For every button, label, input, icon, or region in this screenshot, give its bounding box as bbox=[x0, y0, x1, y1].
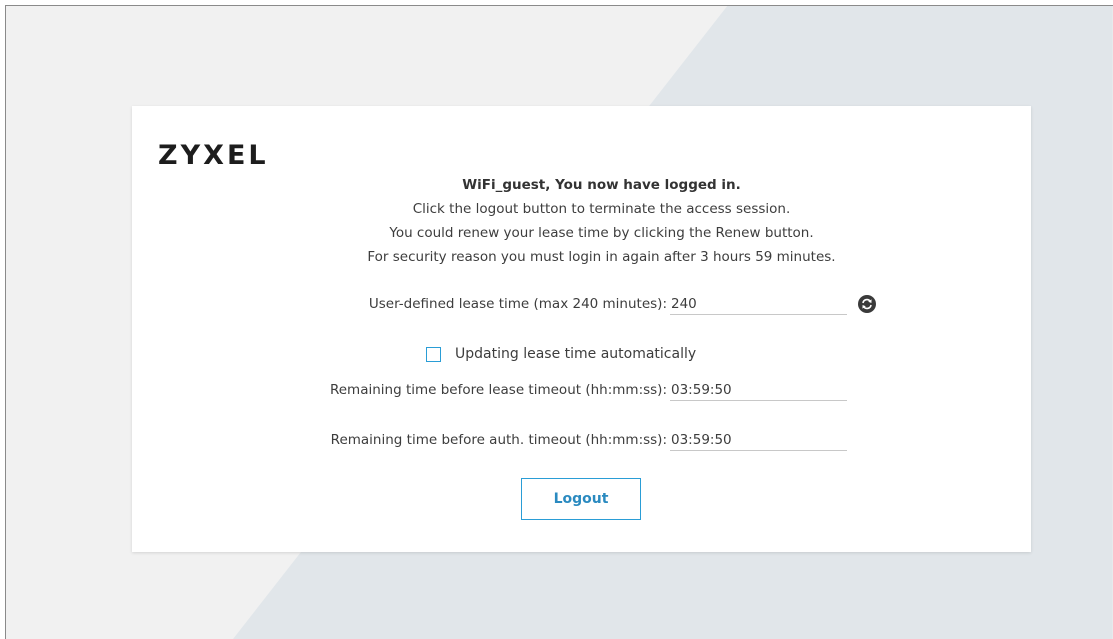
logout-button[interactable]: Logout bbox=[521, 478, 641, 520]
lease-time-label: User-defined lease time (max 240 minutes… bbox=[368, 296, 667, 312]
auto-update-checkbox[interactable] bbox=[426, 347, 441, 362]
page-frame: ZYXEL WiFi_guest, You now have logged in… bbox=[5, 5, 1113, 639]
zyxel-logo: ZYXEL bbox=[158, 140, 269, 171]
logout-instruction: Click the logout button to terminate the… bbox=[412, 201, 791, 217]
auto-update-label[interactable]: Updating lease time automatically bbox=[455, 346, 696, 362]
remaining-auth-label: Remaining time before auth. timeout (hh:… bbox=[330, 432, 667, 448]
remaining-auth-field bbox=[670, 430, 847, 451]
security-notice: For security reason you must login in ag… bbox=[367, 249, 836, 265]
login-status-card: ZYXEL WiFi_guest, You now have logged in… bbox=[132, 106, 1031, 552]
lease-time-input[interactable] bbox=[670, 294, 847, 315]
logged-in-title: WiFi_guest, You now have logged in. bbox=[462, 177, 741, 193]
refresh-icon[interactable] bbox=[858, 295, 876, 313]
remaining-lease-field bbox=[670, 380, 847, 401]
renew-instruction: You could renew your lease time by click… bbox=[389, 225, 814, 241]
remaining-lease-label: Remaining time before lease timeout (hh:… bbox=[329, 382, 667, 398]
